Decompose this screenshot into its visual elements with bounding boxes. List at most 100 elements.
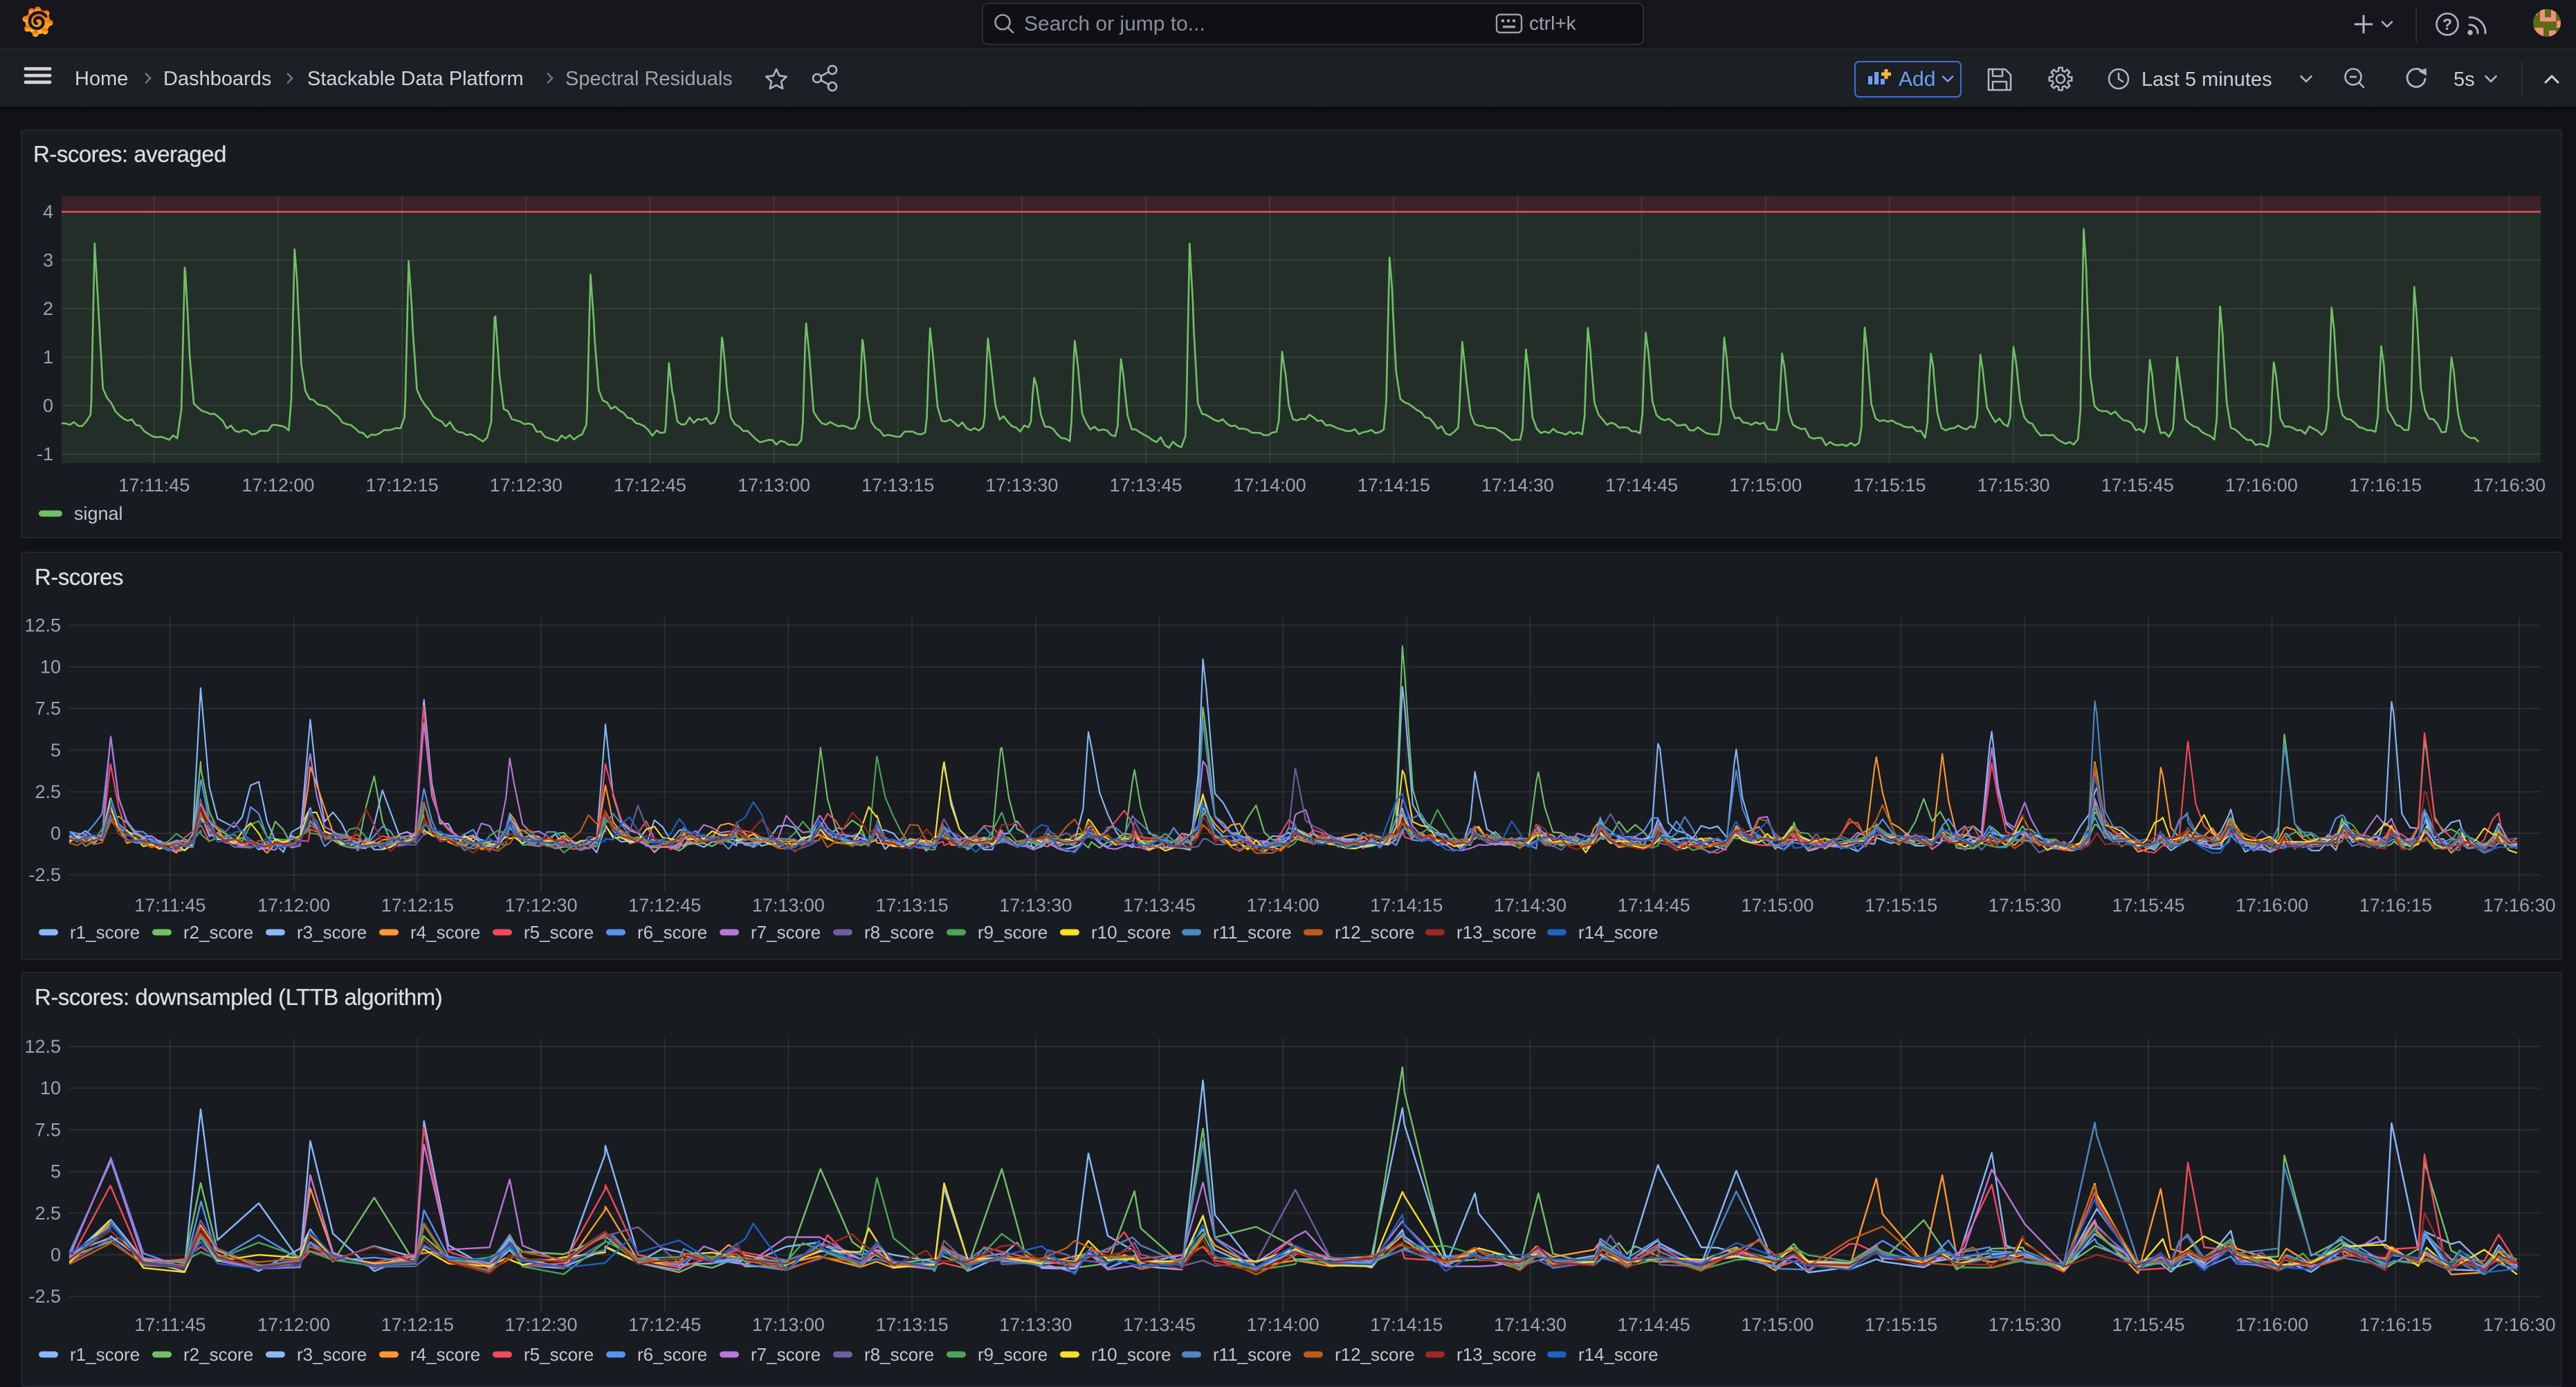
svg-text:17:13:00: 17:13:00 (752, 895, 825, 916)
svg-text:Last 5 minutes: Last 5 minutes (2141, 69, 2272, 91)
svg-text:r14_score: r14_score (1578, 922, 1659, 943)
svg-text:r6_score: r6_score (637, 922, 707, 943)
svg-text:r9_score: r9_score (978, 1344, 1048, 1365)
svg-text:17:14:30: 17:14:30 (1494, 895, 1566, 916)
svg-text:17:13:15: 17:13:15 (876, 1314, 949, 1335)
svg-text:r10_score: r10_score (1091, 1344, 1171, 1365)
svg-text:17:15:45: 17:15:45 (2112, 1314, 2184, 1335)
svg-text:r14_score: r14_score (1578, 1344, 1659, 1365)
svg-text:10: 10 (40, 657, 61, 678)
svg-text:17:15:30: 17:15:30 (1989, 895, 2061, 916)
svg-text:-2.5: -2.5 (28, 864, 61, 885)
svg-text:17:14:00: 17:14:00 (1234, 475, 1306, 496)
svg-text:17:13:45: 17:13:45 (1109, 475, 1182, 496)
svg-text:17:13:45: 17:13:45 (1123, 1314, 1196, 1335)
svg-text:0: 0 (51, 1244, 61, 1265)
svg-text:Search or jump to...: Search or jump to... (1024, 12, 1205, 35)
svg-text:17:12:45: 17:12:45 (628, 1314, 701, 1335)
svg-text:17:15:15: 17:15:15 (1865, 895, 1937, 916)
svg-text:?: ? (2442, 15, 2452, 33)
svg-text:17:13:30: 17:13:30 (999, 1314, 1072, 1335)
svg-text:4: 4 (43, 201, 53, 222)
svg-text:17:13:15: 17:13:15 (861, 475, 934, 496)
svg-text:r10_score: r10_score (1091, 922, 1171, 943)
svg-text:r5_score: r5_score (524, 1344, 594, 1365)
svg-text:r4_score: r4_score (410, 1344, 480, 1365)
svg-text:17:14:00: 17:14:00 (1247, 895, 1319, 916)
svg-text:17:15:15: 17:15:15 (1865, 1314, 1937, 1335)
svg-text:17:14:45: 17:14:45 (1618, 895, 1690, 916)
svg-text:17:12:30: 17:12:30 (504, 1314, 577, 1335)
svg-text:17:11:45: 17:11:45 (134, 1314, 205, 1335)
svg-text:17:13:15: 17:13:15 (876, 895, 949, 916)
svg-text:17:16:00: 17:16:00 (2225, 475, 2298, 496)
svg-text:7.5: 7.5 (35, 1119, 61, 1140)
svg-text:17:13:45: 17:13:45 (1123, 895, 1196, 916)
svg-text:17:12:15: 17:12:15 (381, 1314, 454, 1335)
svg-text:10: 10 (40, 1078, 61, 1098)
svg-text:17:11:45: 17:11:45 (134, 895, 205, 916)
svg-text:17:15:30: 17:15:30 (1989, 1314, 2061, 1335)
svg-text:17:14:45: 17:14:45 (1605, 475, 1678, 496)
svg-text:R-scores: R-scores (35, 564, 123, 590)
svg-text:17:15:45: 17:15:45 (2101, 475, 2174, 496)
svg-text:-1: -1 (37, 444, 53, 464)
svg-text:17:16:30: 17:16:30 (2483, 895, 2555, 916)
svg-text:2: 2 (43, 298, 53, 319)
svg-text:Add: Add (1899, 68, 1935, 91)
svg-text:12.5: 12.5 (24, 615, 61, 636)
svg-text:12.5: 12.5 (24, 1036, 61, 1057)
svg-text:17:16:15: 17:16:15 (2359, 895, 2432, 916)
svg-text:R-scores: averaged: R-scores: averaged (33, 141, 226, 167)
svg-text:17:16:30: 17:16:30 (2473, 475, 2546, 496)
svg-text:r7_score: r7_score (751, 1344, 821, 1365)
svg-text:r11_score: r11_score (1213, 922, 1292, 943)
svg-text:Spectral Residuals: Spectral Residuals (565, 68, 733, 90)
svg-text:17:14:15: 17:14:15 (1358, 475, 1430, 496)
svg-text:r3_score: r3_score (297, 1344, 367, 1365)
svg-text:17:16:30: 17:16:30 (2483, 1314, 2555, 1335)
svg-text:r7_score: r7_score (751, 922, 821, 943)
svg-text:r4_score: r4_score (410, 922, 480, 943)
svg-text:17:13:30: 17:13:30 (985, 475, 1058, 496)
svg-text:17:14:45: 17:14:45 (1618, 1314, 1690, 1335)
svg-text:Stackable Data Platform: Stackable Data Platform (307, 68, 524, 90)
svg-text:17:15:00: 17:15:00 (1741, 895, 1814, 916)
svg-text:17:14:00: 17:14:00 (1247, 1314, 1319, 1335)
svg-text:17:16:15: 17:16:15 (2349, 475, 2422, 496)
svg-text:r13_score: r13_score (1456, 922, 1537, 943)
svg-text:17:12:15: 17:12:15 (381, 895, 454, 916)
svg-text:r13_score: r13_score (1456, 1344, 1537, 1365)
svg-text:r1_score: r1_score (70, 922, 140, 943)
svg-text:17:14:30: 17:14:30 (1494, 1314, 1566, 1335)
svg-text:7.5: 7.5 (35, 698, 61, 719)
svg-text:17:16:00: 17:16:00 (2236, 895, 2308, 916)
svg-text:-2.5: -2.5 (28, 1286, 61, 1307)
svg-text:17:16:00: 17:16:00 (2236, 1314, 2308, 1335)
svg-text:17:11:45: 17:11:45 (118, 475, 190, 496)
svg-text:r9_score: r9_score (978, 922, 1048, 943)
svg-text:17:13:00: 17:13:00 (738, 475, 810, 496)
svg-text:17:15:00: 17:15:00 (1729, 475, 1802, 496)
svg-text:17:14:15: 17:14:15 (1370, 1314, 1443, 1335)
svg-text:r12_score: r12_score (1335, 1344, 1415, 1365)
svg-text:1: 1 (43, 347, 53, 368)
svg-text:r12_score: r12_score (1335, 922, 1415, 943)
svg-text:5: 5 (51, 740, 61, 761)
svg-text:17:14:30: 17:14:30 (1481, 475, 1554, 496)
svg-text:17:13:00: 17:13:00 (752, 1314, 825, 1335)
svg-text:r5_score: r5_score (524, 922, 594, 943)
svg-text:17:16:15: 17:16:15 (2359, 1314, 2432, 1335)
svg-text:Home: Home (75, 68, 128, 90)
svg-text:2.5: 2.5 (35, 781, 61, 802)
svg-text:R-scores: downsampled (LTTB al: R-scores: downsampled (LTTB algorithm) (35, 984, 442, 1010)
svg-text:17:14:15: 17:14:15 (1370, 895, 1443, 916)
svg-text:r8_score: r8_score (864, 922, 934, 943)
svg-text:5: 5 (51, 1161, 61, 1182)
svg-text:r1_score: r1_score (70, 1344, 140, 1365)
svg-text:r3_score: r3_score (297, 922, 367, 943)
svg-text:r6_score: r6_score (637, 1344, 707, 1365)
svg-text:r2_score: r2_score (183, 1344, 253, 1365)
svg-text:17:13:30: 17:13:30 (999, 895, 1072, 916)
svg-text:17:12:15: 17:12:15 (366, 475, 439, 496)
